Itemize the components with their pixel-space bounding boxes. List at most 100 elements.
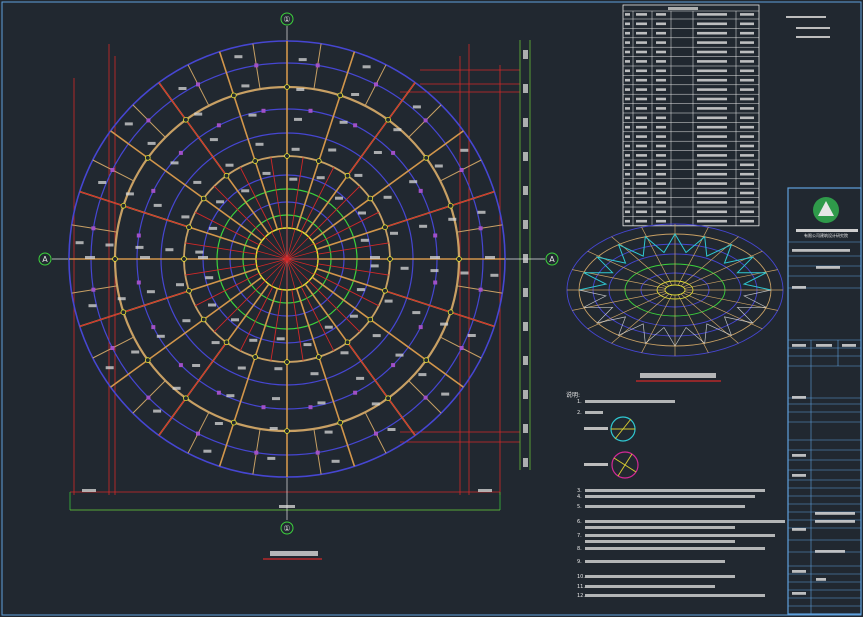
member-tag: [324, 325, 333, 329]
member-tag: [198, 256, 208, 259]
radial-rib: [295, 51, 356, 230]
table-cell-text: [636, 50, 647, 54]
member-tag: [477, 210, 486, 214]
table-cell-text: [656, 116, 666, 120]
title-text: [815, 512, 855, 515]
node: [447, 203, 454, 209]
member-tag: [409, 180, 418, 184]
cad-drawing-canvas: ① ① A A 说明: 1.2.3.4.5.6.7.8.9.10.11.12.: [1, 1, 862, 616]
member-tag: [170, 161, 179, 165]
note-number: 11.: [577, 584, 585, 590]
table-cell-text: [625, 182, 630, 185]
table-cell-text: [625, 69, 630, 73]
dimension-text: [523, 390, 528, 399]
member-tag: [153, 409, 162, 413]
dimension-text: [523, 458, 528, 467]
member-tag: [296, 88, 305, 91]
note-text-line: [585, 534, 775, 537]
node-marker: [91, 287, 96, 292]
table-cell-text: [656, 191, 666, 195]
table-cell-text: [625, 154, 630, 157]
radial-rib: [295, 288, 356, 467]
node: [223, 172, 230, 179]
axis-bubble-top: ①: [280, 12, 294, 26]
node: [344, 172, 351, 179]
member-tag: [370, 264, 379, 268]
node-marker: [459, 346, 464, 350]
member-tag: [430, 269, 439, 273]
node-marker: [433, 233, 438, 238]
table-cell-text: [697, 163, 727, 167]
node: [186, 287, 192, 294]
dimension-text: [523, 288, 528, 297]
node: [231, 92, 237, 99]
node-marker: [110, 168, 115, 172]
title-text: [815, 520, 855, 523]
outer-strut: [384, 290, 495, 327]
node: [183, 395, 189, 402]
note-number: 6.: [577, 519, 582, 525]
dimension-text: [523, 84, 528, 93]
member-tag: [316, 176, 325, 180]
table-cell-text: [697, 154, 727, 157]
table-cell-text: [636, 107, 647, 110]
member-tag: [262, 171, 271, 175]
table-cell-text: [740, 182, 754, 185]
member-tag: [156, 334, 165, 338]
title-text: [816, 578, 826, 581]
node-marker: [216, 390, 221, 395]
table-cell-text: [697, 191, 727, 195]
node: [315, 354, 322, 360]
table-cell-text: [740, 107, 754, 110]
table-cell-text: [636, 116, 647, 120]
node-marker: [418, 325, 423, 330]
iso-rib: [611, 236, 670, 287]
iso-caption-text-block: [640, 373, 716, 378]
node: [223, 339, 230, 346]
node-marker: [261, 405, 266, 410]
note-number: 9.: [577, 559, 582, 565]
note-text-line: [585, 411, 603, 414]
table-cell-text: [740, 191, 754, 195]
node: [367, 195, 374, 202]
node-marker: [196, 431, 200, 436]
table-cell-text: [740, 31, 754, 35]
dimension-text: [523, 186, 528, 195]
table-cell-text: [697, 135, 727, 138]
member-tag: [193, 180, 202, 184]
note-text-line: [585, 505, 745, 508]
axis-bubble-bottom: ①: [280, 521, 294, 535]
table-cell-text: [697, 125, 727, 129]
node: [120, 203, 127, 209]
table-cell-text: [697, 210, 727, 214]
table-cell-text: [636, 69, 647, 73]
table-cell-text: [636, 78, 647, 82]
node-marker: [478, 287, 483, 292]
member-tag: [440, 322, 449, 326]
node-marker: [196, 82, 200, 87]
table-cell-text: [740, 116, 754, 120]
table-cell-text: [625, 135, 630, 138]
table-cell-text: [625, 163, 630, 167]
table-cell-text: [636, 172, 647, 176]
member-tag: [208, 303, 216, 307]
table-cell-text: [656, 69, 666, 73]
title-text: [792, 528, 806, 531]
table-cell-text: [656, 22, 666, 26]
node-marker: [423, 395, 428, 400]
node-marker: [308, 405, 313, 410]
member-tag: [124, 122, 133, 126]
node: [120, 309, 127, 316]
member-tag: [335, 196, 343, 200]
node: [344, 339, 351, 346]
dimension-text: [523, 356, 528, 365]
node: [284, 153, 290, 159]
member-tag: [241, 189, 250, 193]
table-cell-text: [636, 13, 647, 16]
member-tag: [234, 55, 243, 59]
member-tag: [349, 314, 358, 318]
axis-label-left: A: [42, 255, 48, 264]
table-cell-text: [656, 88, 666, 91]
node: [367, 316, 374, 323]
member-tag: [131, 350, 140, 354]
